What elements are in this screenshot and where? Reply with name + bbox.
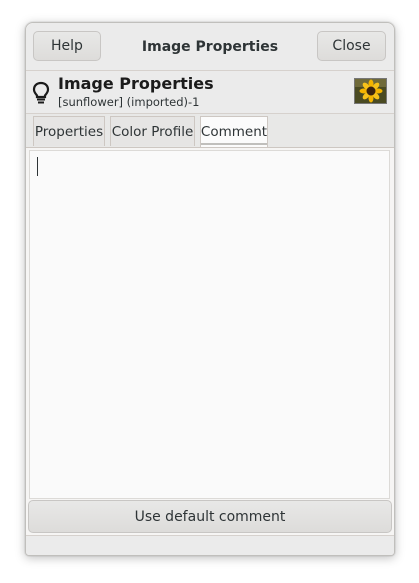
dialog-header: Image Properties [sunflower] (imported)-… bbox=[26, 71, 394, 114]
comment-text-area[interactable] bbox=[29, 150, 390, 499]
bottom-strip bbox=[26, 535, 394, 555]
close-button[interactable]: Close bbox=[317, 31, 386, 61]
help-button[interactable]: Help bbox=[33, 31, 101, 61]
tab-comment[interactable]: Comment bbox=[200, 116, 268, 147]
sunflower-thumbnail bbox=[354, 78, 387, 104]
use-default-comment-button[interactable]: Use default comment bbox=[28, 500, 392, 533]
dialog-title: Image Properties bbox=[58, 74, 214, 93]
window-title: Image Properties bbox=[141, 38, 279, 55]
header-bar: Help Image Properties Close bbox=[26, 23, 394, 71]
tab-strip: Properties Color Profile Comment bbox=[26, 114, 394, 148]
tab-properties[interactable]: Properties bbox=[33, 116, 105, 146]
image-properties-dialog: Help Image Properties Close Image Proper… bbox=[25, 22, 395, 556]
lightbulb-icon bbox=[32, 81, 50, 104]
tab-color-profile[interactable]: Color Profile bbox=[110, 116, 195, 146]
image-name: [sunflower] (imported)-1 bbox=[58, 95, 200, 109]
text-caret bbox=[37, 157, 38, 176]
